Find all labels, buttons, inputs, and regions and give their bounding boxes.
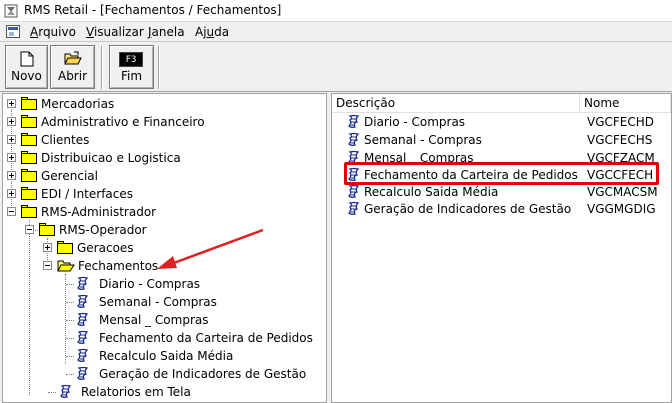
collapse-icon[interactable] (25, 225, 34, 234)
folder-icon (39, 223, 55, 236)
program-script-icon (77, 348, 89, 362)
column-header-descricao[interactable]: Descrição (332, 94, 580, 113)
mdi-window-icon[interactable] (6, 25, 20, 38)
tree-item-edi[interactable]: EDI / Interfaces (3, 185, 323, 203)
menu-arquivo-rest: rquivo (38, 25, 76, 39)
menu-arquivo[interactable]: Arquivo (30, 25, 76, 39)
program-script-icon (77, 312, 89, 326)
annotation-arrow (157, 228, 264, 269)
collapse-icon[interactable] (43, 261, 52, 270)
program-script-icon (77, 366, 89, 380)
rms-app-icon (4, 4, 18, 18)
tree-panel[interactable]: Mercadorias Administrativo e Financeiro … (2, 93, 327, 403)
item-description: Recalculo Saida Média (364, 185, 499, 199)
toolbar: Novo Abrir F3 Fim (0, 43, 672, 92)
expand-icon[interactable] (7, 117, 16, 126)
window-title: RMS Retail - [Fechamentos / Fechamentos] (24, 3, 282, 17)
program-script-icon (348, 184, 360, 198)
program-script-icon (77, 276, 89, 290)
tree-item-administrativo[interactable]: Administrativo e Financeiro (3, 113, 323, 131)
list-item[interactable]: Recalculo Saida Média VGCMACSM (332, 184, 671, 200)
folder-icon (21, 205, 37, 218)
folder-icon (21, 133, 37, 146)
new-document-icon (20, 51, 34, 67)
tree-item-gerencial[interactable]: Gerencial (3, 167, 323, 185)
program-script-icon (348, 201, 360, 215)
menu-ajuda[interactable]: Ajuda (195, 25, 229, 39)
expand-icon[interactable] (7, 189, 16, 198)
folder-icon (21, 187, 37, 200)
item-description: Diario - Compras (364, 115, 466, 129)
item-name: VGCFECHD (587, 115, 655, 129)
expand-icon[interactable] (7, 171, 16, 180)
title-bar: RMS Retail - [Fechamentos / Fechamentos] (0, 0, 672, 22)
annotation-highlight-box (344, 162, 659, 185)
open-folder-icon (64, 51, 82, 65)
list-header: Descrição Nome (332, 94, 671, 113)
expand-icon[interactable] (43, 243, 52, 252)
program-script-icon (348, 114, 360, 128)
expand-icon[interactable] (7, 135, 16, 144)
program-script-icon (348, 132, 360, 146)
expand-icon[interactable] (7, 99, 16, 108)
list-item[interactable]: Diario - Compras VGCFECHD (332, 114, 671, 130)
menu-janela[interactable]: Janela (148, 25, 185, 39)
menu-visualizar[interactable]: Visualizar (86, 25, 144, 39)
fim-label: Fim (120, 69, 143, 83)
tree-item-rms-administrador[interactable]: RMS-Administrador (3, 203, 323, 221)
abrir-label: Abrir (57, 69, 88, 83)
item-description: Geração de Indicadores de Gestão (364, 202, 572, 216)
program-script-icon (77, 294, 89, 308)
tree-item-mercadorias[interactable]: Mercadorias (3, 95, 323, 113)
tree-item-geracao-indicadores[interactable]: Geração de Indicadores de Gestão (3, 365, 323, 383)
column-header-nome[interactable]: Nome (580, 94, 671, 113)
toolbar-separator (158, 46, 160, 89)
tree-item-relatorios-tela[interactable]: Relatorios em Tela (3, 383, 323, 401)
program-script-icon (77, 330, 89, 344)
menu-bar: Arquivo Visualizar Janela Ajuda (0, 22, 672, 42)
folder-icon (21, 151, 37, 164)
tree-item-diario-compras[interactable]: Diario - Compras (3, 275, 323, 293)
novo-button[interactable]: Novo (5, 45, 48, 89)
tree-item-distribuicao[interactable]: Distribuicao e Logistica (3, 149, 323, 167)
item-name: VGCMACSM (587, 185, 658, 199)
open-folder-icon (57, 260, 75, 272)
collapse-icon[interactable] (7, 207, 16, 216)
folder-icon (21, 169, 37, 182)
tree-item-recalculo-saida[interactable]: Recalculo Saida Média (3, 347, 323, 365)
novo-label: Novo (11, 69, 42, 83)
abrir-button[interactable]: Abrir (50, 45, 95, 89)
tree-item-mensal-compras[interactable]: Mensal _ Compras (3, 311, 323, 329)
f3-key-icon: F3 (119, 52, 143, 67)
tree-item-semanal-compras[interactable]: Semanal - Compras (3, 293, 323, 311)
program-list[interactable]: Descrição Nome Diario - Compras VGCFECHD… (331, 93, 672, 403)
item-name: VGGMGDIG (587, 202, 656, 216)
list-item[interactable]: Semanal - Compras VGCFECHS (332, 132, 671, 148)
folder-icon (21, 115, 37, 128)
item-name: VGCFECHS (587, 133, 653, 147)
folder-icon (57, 241, 73, 254)
toolbar-separator (101, 46, 103, 89)
program-script-icon (60, 384, 72, 398)
item-description: Semanal - Compras (364, 133, 482, 147)
tree-item-fechamento-carteira[interactable]: Fechamento da Carteira de Pedidos (3, 329, 323, 347)
list-item[interactable]: Geração de Indicadores de Gestão VGGMGDI… (332, 201, 671, 217)
folder-icon (21, 97, 37, 110)
fim-button[interactable]: F3 Fim (109, 45, 154, 89)
expand-icon[interactable] (7, 153, 16, 162)
tree-item-clientes[interactable]: Clientes (3, 131, 323, 149)
